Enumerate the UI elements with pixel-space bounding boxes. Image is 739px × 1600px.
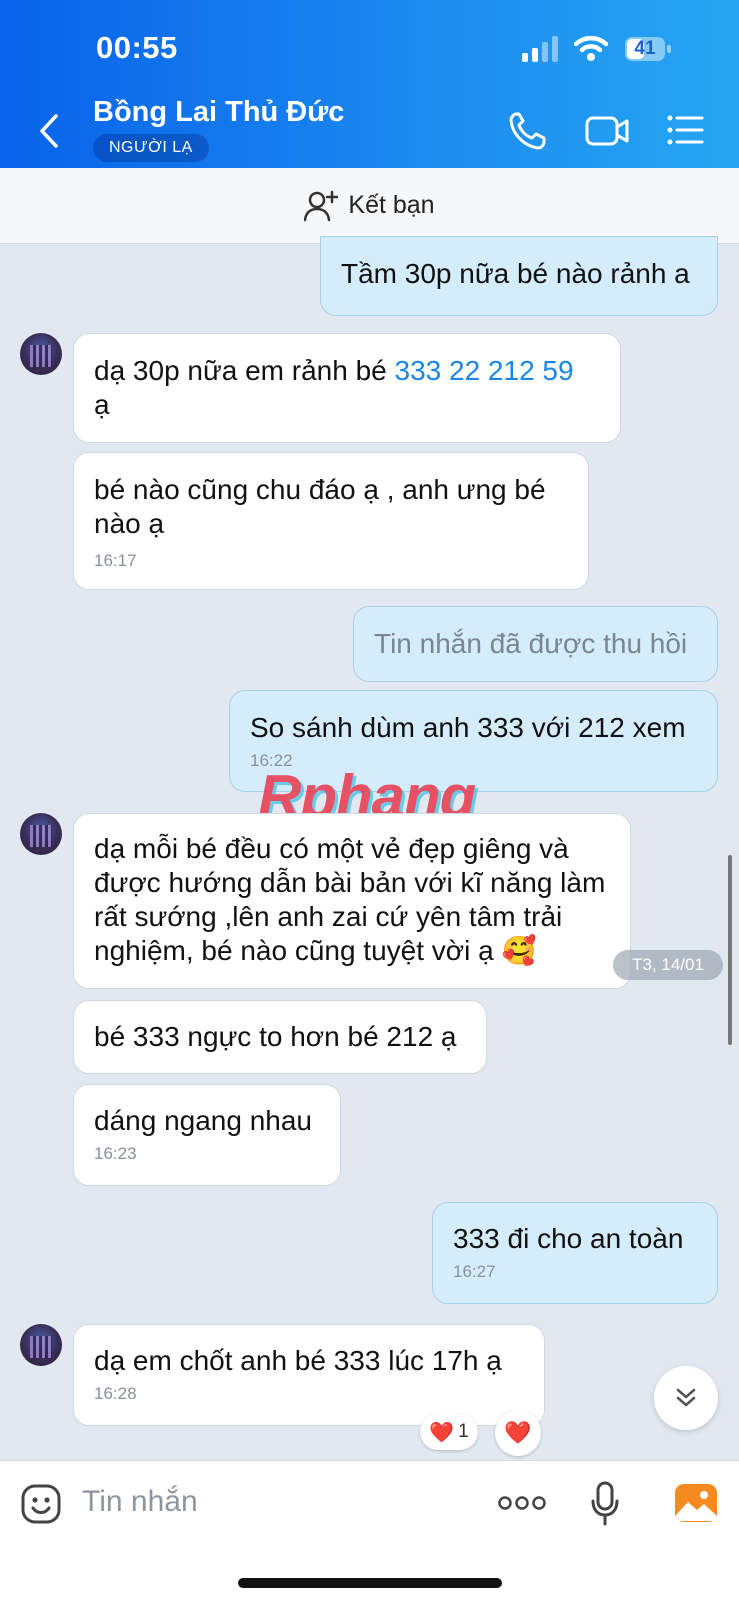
- message-text-part: ạ: [94, 389, 110, 420]
- wifi-icon: [574, 35, 608, 61]
- message-text: dạ 30p nữa em rảnh bé 333 22 212 59 ạ: [94, 354, 600, 422]
- message-text: Tin nhắn đã được thu hồi: [374, 628, 688, 659]
- phone-icon[interactable]: [506, 106, 550, 154]
- sticker-face-icon[interactable]: [20, 1483, 62, 1525]
- add-friend-bar[interactable]: Kết bạn: [0, 168, 739, 244]
- message-text: 333 đi cho an toàn: [453, 1223, 684, 1254]
- stranger-badge: NGƯỜI LẠ: [93, 134, 209, 162]
- message-bubble-sent[interactable]: Tầm 30p nữa bé nào rảnh a: [320, 236, 718, 316]
- home-indicator: [238, 1578, 502, 1588]
- avatar[interactable]: [20, 1324, 62, 1366]
- list-menu-icon[interactable]: [666, 106, 706, 154]
- message-time: 16:17: [94, 551, 137, 570]
- battery-level: 41: [634, 38, 656, 59]
- battery-icon: 41: [624, 36, 672, 62]
- message-text: dáng ngang nhau: [94, 1105, 312, 1136]
- message-text: dạ mỗi bé đều có một vẻ đẹp giêng và đượ…: [94, 833, 606, 966]
- message-bubble-received[interactable]: dáng ngang nhau 16:23: [73, 1084, 341, 1186]
- chat-title[interactable]: Bồng Lai Thủ Đức: [93, 96, 344, 129]
- message-text: dạ em chốt anh bé 333 lúc 17h ạ: [94, 1345, 502, 1376]
- avatar[interactable]: [20, 813, 62, 855]
- message-bubble-recalled[interactable]: Tin nhắn đã được thu hồi: [353, 606, 718, 682]
- chat-header: 00:55 41 Bồng Lai Thủ Đức NGƯỜI LẠ: [0, 0, 739, 168]
- reaction-summary[interactable]: ❤️ 1: [420, 1414, 478, 1450]
- message-bubble-received[interactable]: bé 333 ngực to hơn bé 212 ạ: [73, 1000, 487, 1074]
- message-text-part: dạ 30p nữa em rảnh bé: [94, 355, 395, 386]
- message-bubble-sent[interactable]: 333 đi cho an toàn 16:27: [432, 1202, 718, 1304]
- heart-icon: ❤️: [504, 1420, 532, 1445]
- chevron-left-icon[interactable]: [30, 108, 70, 154]
- message-time: 16:28: [94, 1384, 137, 1403]
- message-text: bé 333 ngực to hơn bé 212 ạ: [94, 1021, 457, 1052]
- more-dots-icon[interactable]: [498, 1495, 546, 1511]
- date-chip: T3, 14/01: [613, 950, 723, 980]
- image-gallery-icon[interactable]: [674, 1483, 718, 1523]
- cellular-signal-icon: [522, 36, 558, 62]
- add-friend-label: Kết bạn: [348, 191, 435, 219]
- message-input[interactable]: Tin nhắn: [82, 1485, 198, 1519]
- message-text: So sánh dùm anh 333 với 212 xem: [250, 712, 686, 743]
- message-bubble-received[interactable]: dạ em chốt anh bé 333 lúc 17h ạ 16:28: [73, 1324, 545, 1426]
- message-bubble-received[interactable]: bé nào cũng chu đáo ạ , anh ưng bé nào ạ…: [73, 452, 589, 590]
- message-text: bé nào cũng chu đáo ạ , anh ưng bé nào ạ: [94, 474, 546, 539]
- message-bubble-received[interactable]: dạ mỗi bé đều có một vẻ đẹp giêng và đượ…: [73, 813, 631, 989]
- avatar[interactable]: [20, 333, 62, 375]
- scroll-to-bottom-button[interactable]: [654, 1366, 718, 1430]
- message-bubble-received[interactable]: dạ 30p nữa em rảnh bé 333 22 212 59 ạ: [73, 333, 621, 443]
- heart-icon: ❤️: [429, 1421, 455, 1444]
- message-time: 16:27: [453, 1262, 496, 1281]
- react-heart-button[interactable]: ❤️: [495, 1410, 541, 1456]
- scrollbar[interactable]: [728, 855, 732, 1045]
- video-camera-icon[interactable]: [584, 106, 630, 154]
- status-time: 00:55: [96, 30, 178, 65]
- message-time: 16:23: [94, 1144, 137, 1163]
- message-text: Tầm 30p nữa bé nào rảnh a: [341, 258, 690, 289]
- double-chevron-down-icon: [676, 1388, 696, 1407]
- add-user-icon: [304, 190, 339, 221]
- phone-number-link[interactable]: 333 22 212 59: [395, 355, 574, 386]
- microphone-icon[interactable]: [590, 1481, 620, 1527]
- reaction-count: 1: [458, 1421, 469, 1442]
